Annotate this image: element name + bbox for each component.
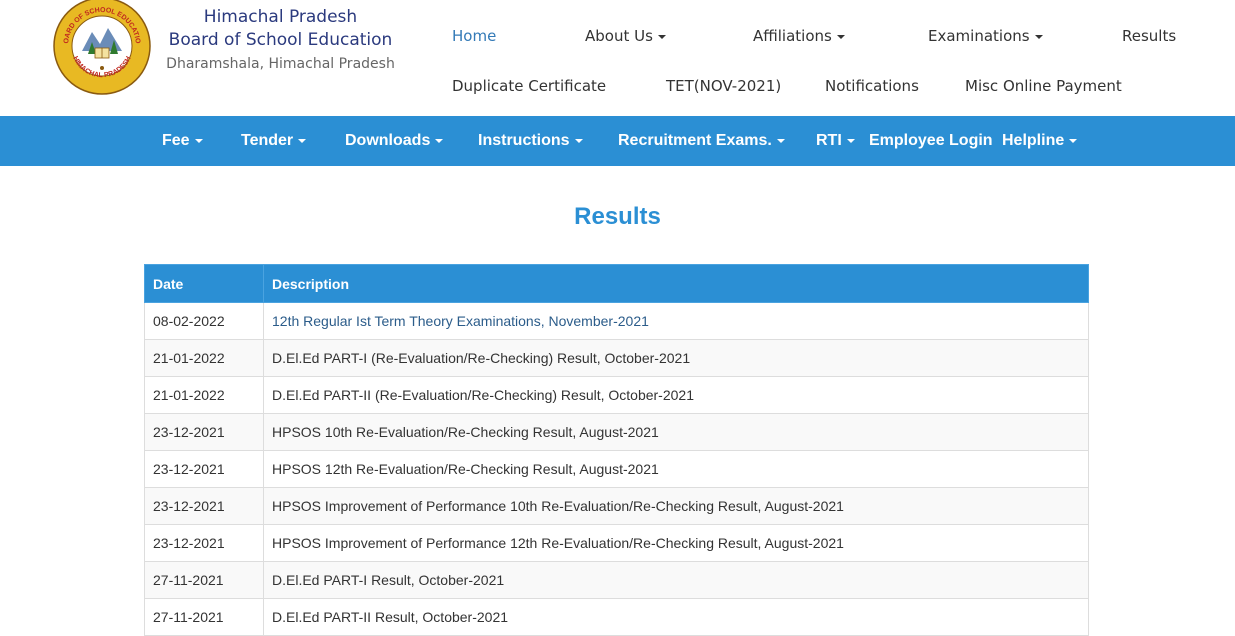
- chevron-down-icon: [574, 138, 583, 143]
- nav-home-label: Home: [452, 27, 497, 45]
- row-description: HPSOS 12th Re-Evaluation/Re-Checking Res…: [263, 450, 1089, 488]
- row-date: 21-01-2022: [144, 339, 264, 377]
- nav-duplicate-certificate-label: Duplicate Certificate: [452, 77, 607, 95]
- chevron-down-icon: [298, 138, 307, 143]
- nav-misc-online-payment[interactable]: Misc Online Payment: [965, 77, 1122, 95]
- table-row: 27-11-2021 D.El.Ed PART-I Result, Octobe…: [144, 561, 1089, 599]
- table-header-row: Date Description: [144, 264, 1089, 303]
- nav-tet[interactable]: TET(NOV-2021): [666, 77, 781, 95]
- hpbose-logo[interactable]: BOARD OF SCHOOL EDUCATION HIMACHAL PRADE…: [52, 0, 152, 96]
- nav-rti-label: RTI: [816, 132, 842, 149]
- row-date: 27-11-2021: [144, 561, 264, 599]
- table-row: 23-12-2021 HPSOS Improvement of Performa…: [144, 524, 1089, 562]
- org-name-line1: Himachal Pradesh: [203, 7, 358, 27]
- nav-helpline-label: Helpline: [1002, 132, 1065, 149]
- row-date: 27-11-2021: [144, 598, 264, 636]
- row-description: D.El.Ed PART-I Result, October-2021: [263, 561, 1089, 599]
- row-date: 23-12-2021: [144, 450, 264, 488]
- nav-results-label: Results: [1122, 27, 1177, 45]
- org-name-block: Himachal Pradesh Board of School Educati…: [158, 6, 403, 76]
- nav-tender[interactable]: Tender: [241, 116, 307, 166]
- table-row: 21-01-2022 D.El.Ed PART-I (Re-Evaluation…: [144, 339, 1089, 377]
- result-link[interactable]: 12th Regular Ist Term Theory Examination…: [272, 313, 649, 329]
- nav-downloads-label: Downloads: [345, 132, 431, 149]
- row-description: D.El.Ed PART-II Result, October-2021: [263, 598, 1089, 636]
- site-header: BOARD OF SCHOOL EDUCATION HIMACHAL PRADE…: [0, 0, 1235, 116]
- chevron-down-icon: [776, 138, 785, 143]
- row-date: 23-12-2021: [144, 413, 264, 451]
- column-header-date: Date: [144, 264, 264, 303]
- chevron-down-icon: [846, 138, 855, 143]
- table-row: 21-01-2022 D.El.Ed PART-II (Re-Evaluatio…: [144, 376, 1089, 414]
- row-description: 12th Regular Ist Term Theory Examination…: [263, 302, 1089, 340]
- page-title: Results: [574, 203, 661, 230]
- row-description: HPSOS Improvement of Performance 12th Re…: [263, 524, 1089, 562]
- row-description: D.El.Ed PART-I (Re-Evaluation/Re-Checkin…: [263, 339, 1089, 377]
- nav-tet-label: TET(NOV-2021): [666, 77, 782, 95]
- nav-downloads[interactable]: Downloads: [345, 116, 444, 166]
- org-name-line2: Board of School Education: [168, 30, 393, 50]
- chevron-down-icon: [1034, 34, 1043, 39]
- nav-notifications[interactable]: Notifications: [825, 77, 919, 95]
- nav-misc-online-payment-label: Misc Online Payment: [965, 77, 1122, 95]
- nav-affiliations-label: Affiliations: [753, 27, 832, 45]
- nav-instructions[interactable]: Instructions: [478, 116, 583, 166]
- row-date: 21-01-2022: [144, 376, 264, 414]
- column-header-description: Description: [263, 264, 1089, 303]
- secondary-navbar: Fee Tender Downloads Instructions Recrui…: [0, 116, 1235, 166]
- table-row: 23-12-2021 HPSOS Improvement of Performa…: [144, 487, 1089, 525]
- org-location: Dharamshala, Himachal Pradesh: [166, 56, 395, 72]
- nav-instructions-label: Instructions: [478, 132, 570, 149]
- nav-about-us-label: About Us: [585, 27, 653, 45]
- nav-employee-login[interactable]: Employee Login: [869, 116, 993, 166]
- nav-affiliations[interactable]: Affiliations: [753, 27, 845, 45]
- nav-about-us[interactable]: About Us: [585, 27, 666, 45]
- nav-examinations[interactable]: Examinations: [928, 27, 1043, 45]
- chevron-down-icon: [836, 34, 845, 39]
- nav-notifications-label: Notifications: [825, 77, 919, 95]
- nav-examinations-label: Examinations: [928, 27, 1030, 45]
- nav-duplicate-certificate[interactable]: Duplicate Certificate: [452, 77, 606, 95]
- table-row: 23-12-2021 HPSOS 12th Re-Evaluation/Re-C…: [144, 450, 1089, 488]
- nav-rti[interactable]: RTI: [816, 116, 855, 166]
- row-description: HPSOS 10th Re-Evaluation/Re-Checking Res…: [263, 413, 1089, 451]
- chevron-down-icon: [435, 138, 444, 143]
- chevron-down-icon: [657, 34, 666, 39]
- nav-employee-login-label: Employee Login: [869, 132, 993, 149]
- table-row: 27-11-2021 D.El.Ed PART-II Result, Octob…: [144, 598, 1089, 636]
- row-date: 23-12-2021: [144, 524, 264, 562]
- results-table: Date Description 08-02-2022 12th Regular…: [144, 264, 1089, 636]
- nav-recruitment-exams-label: Recruitment Exams.: [618, 132, 772, 149]
- row-description: HPSOS Improvement of Performance 10th Re…: [263, 487, 1089, 525]
- nav-results[interactable]: Results: [1122, 27, 1176, 45]
- row-description: D.El.Ed PART-II (Re-Evaluation/Re-Checki…: [263, 376, 1089, 414]
- row-date: 23-12-2021: [144, 487, 264, 525]
- table-row: 08-02-2022 12th Regular Ist Term Theory …: [144, 302, 1089, 340]
- nav-fee-label: Fee: [162, 132, 190, 149]
- row-date: 08-02-2022: [144, 302, 264, 340]
- nav-fee[interactable]: Fee: [162, 116, 203, 166]
- nav-home[interactable]: Home: [452, 27, 496, 45]
- table-row: 23-12-2021 HPSOS 10th Re-Evaluation/Re-C…: [144, 413, 1089, 451]
- chevron-down-icon: [1069, 138, 1078, 143]
- nav-recruitment-exams[interactable]: Recruitment Exams.: [618, 116, 785, 166]
- nav-helpline[interactable]: Helpline: [1002, 116, 1078, 166]
- nav-tender-label: Tender: [241, 132, 294, 149]
- chevron-down-icon: [194, 138, 203, 143]
